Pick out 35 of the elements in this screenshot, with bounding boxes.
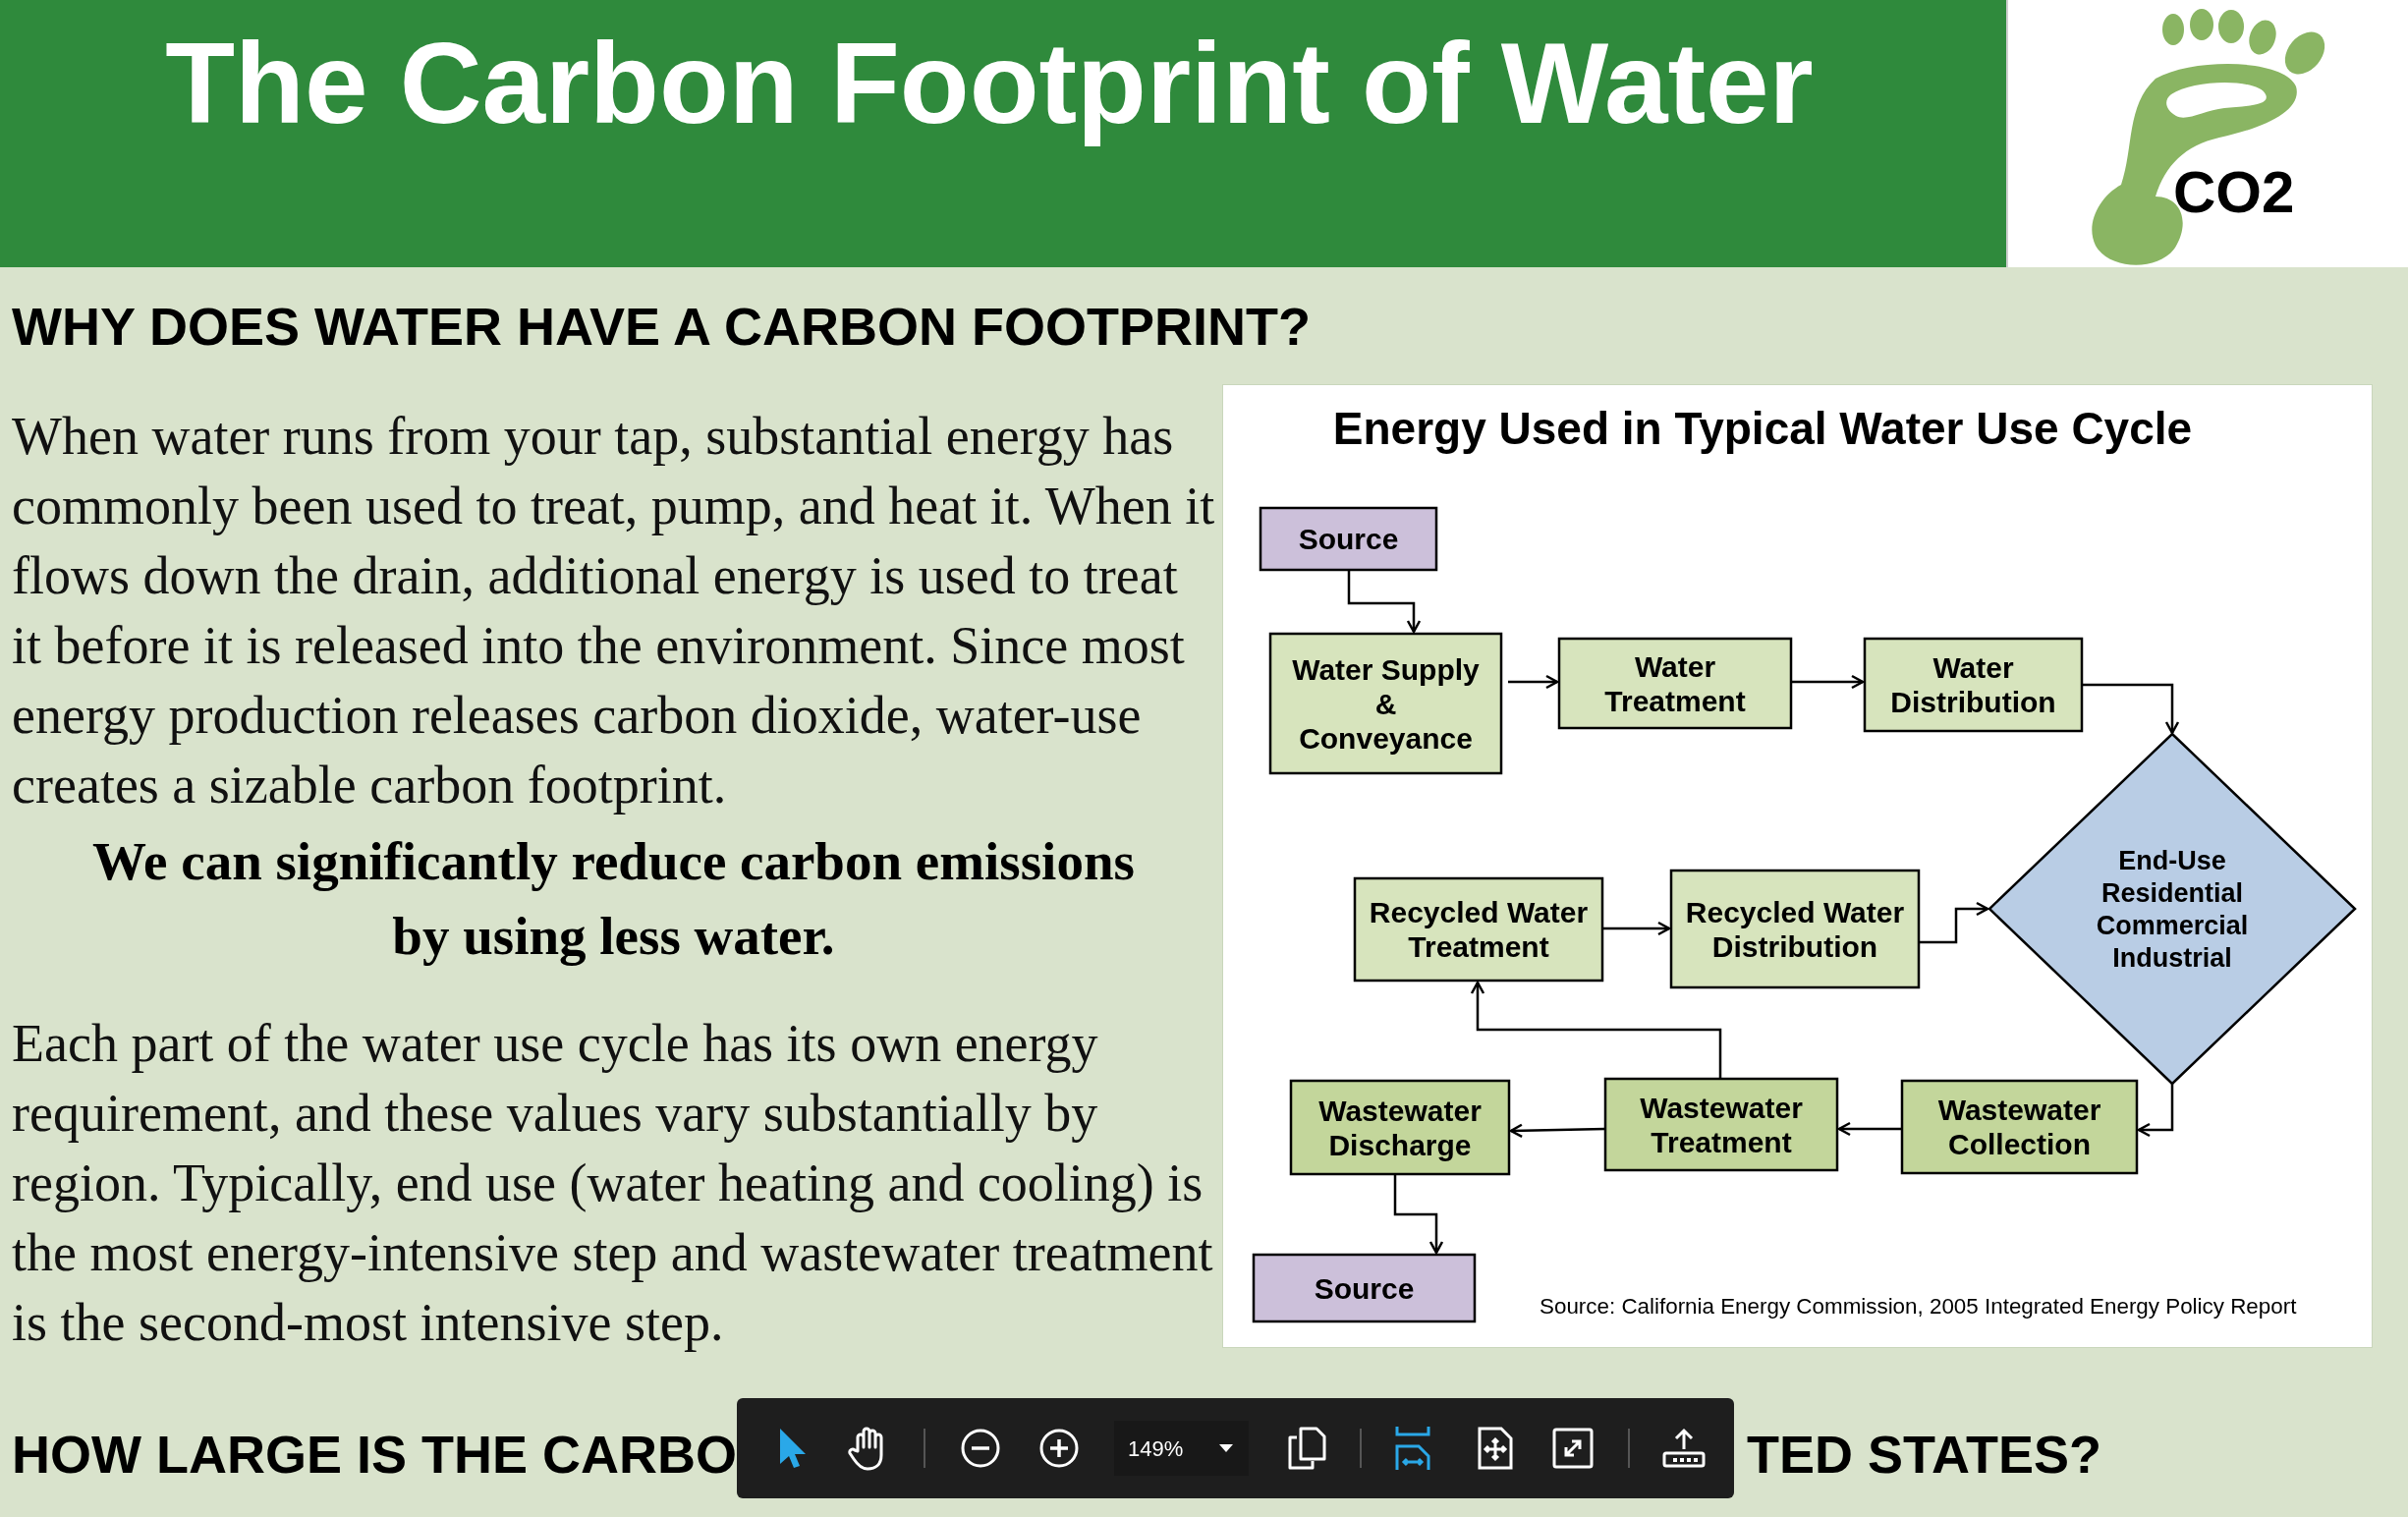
pages-icon — [1287, 1426, 1326, 1471]
process-box: Water Treatment — [1557, 637, 1793, 730]
process-box: Recycled Water Treatment — [1353, 876, 1604, 983]
connector-arrow — [1919, 901, 1989, 944]
body-paragraph: When water runs from your tap, substantial energy has commonly been used to treat, pump, and heat it. When it flows down the drain, additional energy is used to treat it before it is released into the environment. Since most energy production releases carbon dioxide, water-use creates a sizable carbon footprint. — [12, 406, 1215, 816]
diagram-title: Energy Used in Typical Water Use Cycle — [1332, 403, 2193, 454]
process-box: Source — [1259, 506, 1438, 572]
section-heading: TED STATES? — [1747, 1427, 2101, 1482]
section-heading: WHY DOES WATER HAVE A CARBON FOOTPRINT? — [12, 299, 1312, 354]
process-box: Wastewater Collection — [1900, 1079, 2139, 1175]
decision-diamond: End-Use Residential Commercial Industrial — [1988, 732, 2357, 1086]
export-icon — [1661, 1428, 1707, 1469]
zoom-in-icon — [1039, 1429, 1079, 1468]
footprint-icon — [2092, 9, 2325, 265]
source-citation: Source: California Energy Commission, 2005 Integrated Energy Policy Report — [1540, 1294, 2297, 1319]
process-box: Water Distribution — [1863, 637, 2084, 733]
process-box: Source — [1252, 1253, 1477, 1323]
process-box: Water Supply & Conveyance — [1268, 632, 1503, 775]
page-title: The Carbon Footprint of Water — [165, 19, 1814, 149]
logo-text: CO2 — [2173, 159, 2295, 225]
zoom-level-dropdown[interactable]: 149% — [1114, 1421, 1249, 1476]
connector-arrow — [1508, 674, 1559, 690]
connector-arrow — [2137, 1084, 2174, 1138]
section-heading: HOW LARGE IS THE CARBO — [12, 1427, 737, 1482]
connector-arrow — [1837, 1121, 1902, 1137]
connector-arrow — [1602, 921, 1671, 936]
process-box: Wastewater Discharge — [1289, 1079, 1511, 1176]
emphasis-text: We can significantly reduce carbon emissions by using less water. — [91, 830, 1136, 968]
body-paragraph: Each part of the water use cycle has its own energy requirement, and these values vary substantially by region. Typically, end use (water heating and cooling) is the most energy-intensive step and wastewater treatment is the second-most intensive step. — [12, 1013, 1214, 1354]
zoom-level: 149% — [1128, 1434, 1184, 1463]
process-box: Wastewater Treatment — [1603, 1077, 1839, 1172]
zoom-out-icon — [961, 1429, 1000, 1468]
process-box: Recycled Water Distribution — [1669, 869, 1921, 989]
fullscreen-icon — [1552, 1428, 1594, 1469]
caret-icon — [1219, 1444, 1233, 1452]
